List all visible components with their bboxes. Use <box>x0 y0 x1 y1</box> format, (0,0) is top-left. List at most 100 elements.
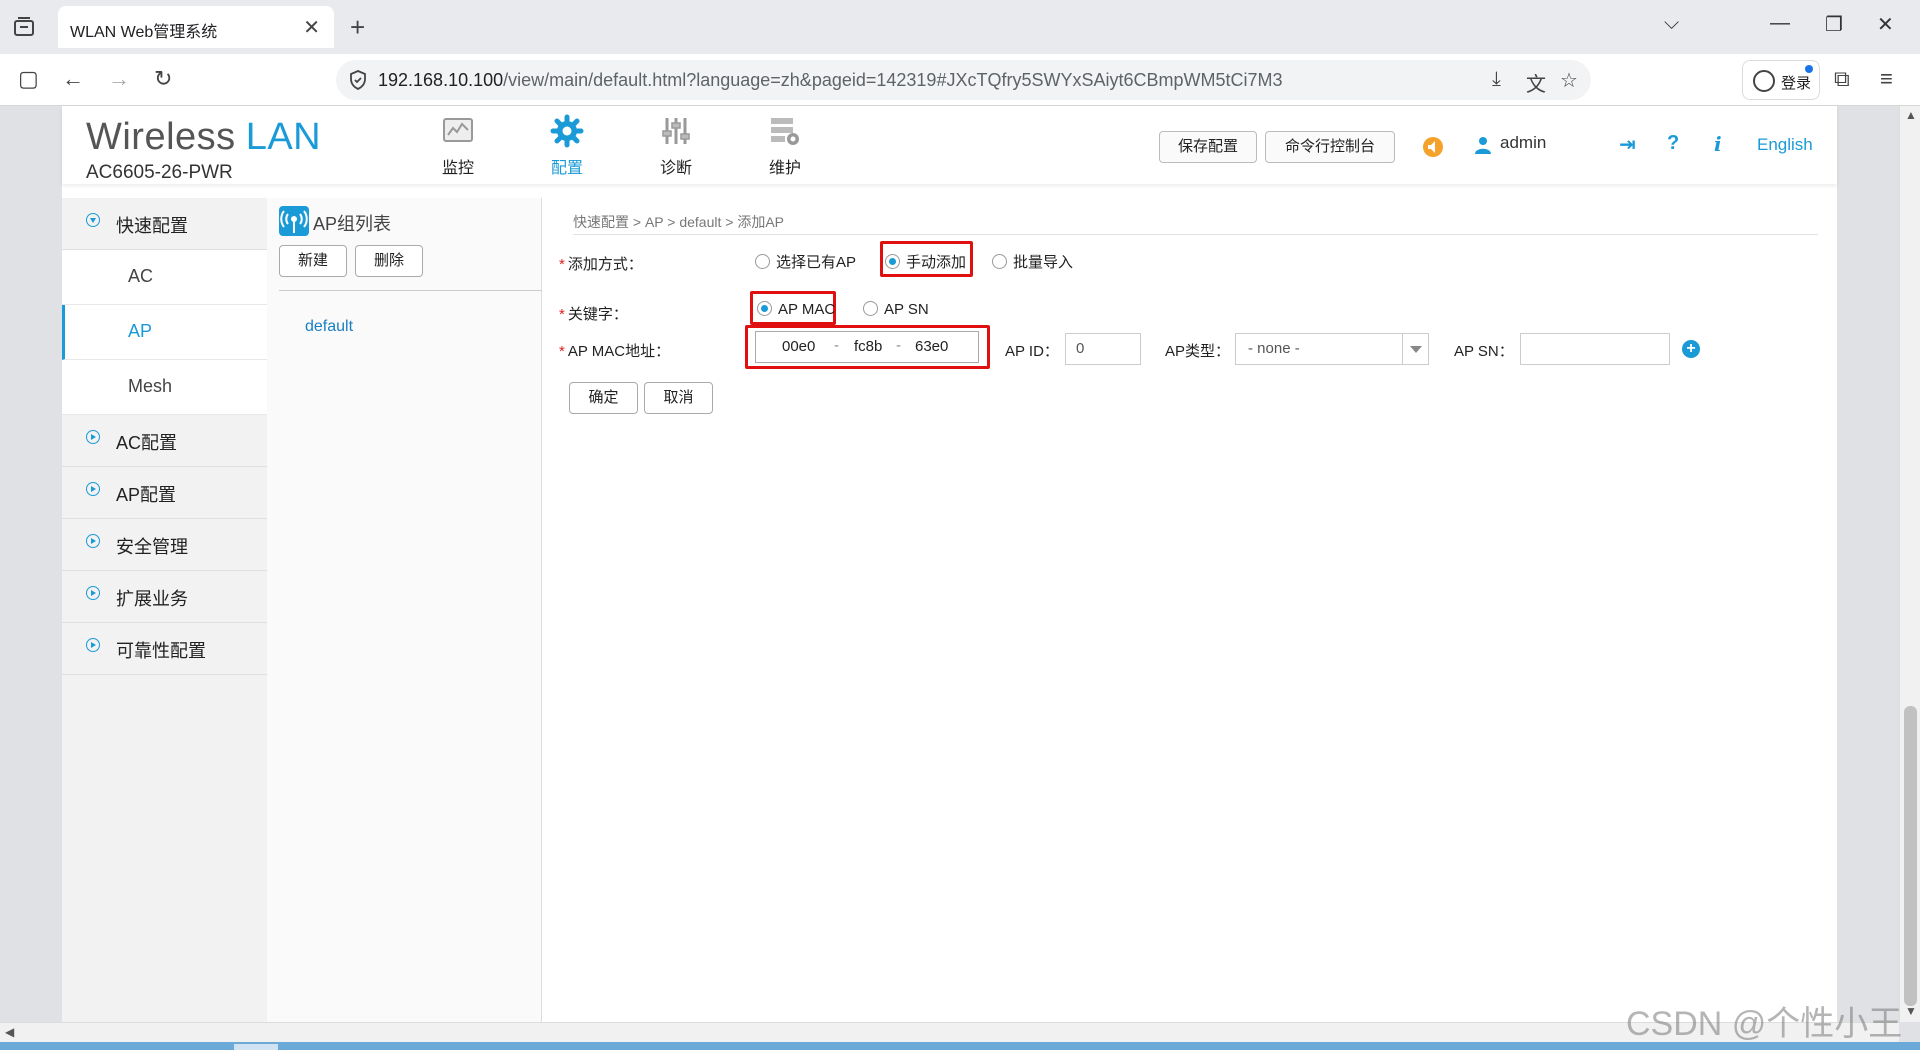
extensions-icon[interactable]: ⧉ <box>1834 66 1850 92</box>
gear-icon <box>550 114 584 148</box>
mac-label-text: AP MAC地址： <box>567 343 671 360</box>
radio-batch-import[interactable]: 批量导入 <box>992 251 1073 272</box>
tab-close-icon[interactable]: ✕ <box>303 15 320 40</box>
mac-part-2[interactable]: fc8b <box>854 338 882 355</box>
nav-diagnose[interactable]: 诊断 <box>641 114 711 178</box>
mac-address-input[interactable]: 00e0 - fc8b - 63e0 <box>755 331 979 363</box>
apsn-input[interactable] <box>1520 333 1670 365</box>
menu-item-label: AC配置 <box>116 433 178 453</box>
help-icon[interactable]: ? <box>1667 132 1679 155</box>
nav-monitor[interactable]: 监控 <box>423 114 493 178</box>
install-app-icon[interactable]: ⤓ <box>1492 68 1501 91</box>
key-label: * 关键字： <box>559 306 628 323</box>
horizontal-scrollbar[interactable]: ◀ <box>0 1022 1899 1042</box>
mac-separator: - <box>896 337 901 354</box>
radio-circle <box>863 301 878 316</box>
server-gear-icon <box>771 118 799 145</box>
menu-ap-config[interactable]: AP配置 <box>62 467 267 519</box>
menu-item-label: AP配置 <box>116 485 177 505</box>
web-page: Wireless LAN AC6605-26-PWR 监控 配置 诊断 维护 保… <box>62 106 1837 1022</box>
nav-config-label: 配置 <box>550 160 583 177</box>
ap-group-panel: AP组列表 新建 删除 default <box>267 198 542 1022</box>
aptype-select[interactable]: - none - <box>1235 333 1429 365</box>
cli-console-button[interactable]: 命令行控制台 <box>1265 131 1395 163</box>
url-text[interactable]: 192.168.10.100/view/main/default.html?la… <box>378 70 1283 91</box>
group-item-default[interactable]: default <box>305 318 353 336</box>
apid-input[interactable]: 0 <box>1065 333 1141 365</box>
add-circle-icon[interactable]: + <box>1682 340 1700 358</box>
menu-quick-config[interactable]: 快速配置 <box>62 198 267 250</box>
new-group-button[interactable]: 新建 <box>279 245 347 277</box>
reload-icon[interactable]: ↻ <box>154 66 172 92</box>
radio-ap-sn[interactable]: AP SN <box>863 301 929 318</box>
close-window-icon[interactable]: ✕ <box>1877 12 1894 37</box>
watermark: CSDN @个性小王 <box>1626 1005 1903 1043</box>
collapse-circle-icon <box>86 213 100 227</box>
address-bar[interactable]: 192.168.10.100/view/main/default.html?la… <box>336 60 1591 100</box>
vertical-scrollbar[interactable]: ▲ ▼ <box>1899 106 1920 1022</box>
radio-circle-selected <box>885 254 900 269</box>
info-icon[interactable]: i <box>1714 132 1722 156</box>
chevron-down-icon[interactable] <box>1402 334 1428 364</box>
tab-title: WLAN Web管理系统 <box>70 24 218 41</box>
scroll-thumb[interactable] <box>1904 706 1917 1006</box>
menu-ac-config[interactable]: AC配置 <box>62 415 267 467</box>
menu-quick-config-label: 快速配置 <box>116 216 188 236</box>
radio-label: 选择已有AP <box>776 254 857 271</box>
forward-icon[interactable]: → <box>108 66 130 92</box>
nav-maintain[interactable]: 维护 <box>750 114 820 178</box>
radio-label: AP MAC <box>778 301 836 318</box>
scroll-left-icon[interactable]: ◀ <box>5 1025 14 1039</box>
delete-group-button[interactable]: 删除 <box>355 245 423 277</box>
restore-icon[interactable]: ❐ <box>1825 12 1843 37</box>
site-security-icon[interactable] <box>346 68 370 92</box>
mac-part-3[interactable]: 63e0 <box>915 338 948 355</box>
radio-manual-add[interactable]: 手动添加 <box>885 251 966 272</box>
expand-circle-icon <box>86 534 100 548</box>
back-icon[interactable]: ← <box>62 66 84 92</box>
radio-label: 批量导入 <box>1013 254 1074 271</box>
alarm-speaker-icon[interactable] <box>1422 136 1444 158</box>
apid-label: AP ID： <box>1005 343 1059 360</box>
scroll-down-icon[interactable]: ▼ <box>1905 1004 1917 1018</box>
expand-circle-icon <box>86 638 100 652</box>
key-label-text: 关键字： <box>567 306 628 323</box>
tab-overview-icon[interactable] <box>12 16 36 38</box>
new-tab-icon[interactable]: + <box>350 12 365 43</box>
menu-icon[interactable]: ≡ <box>1880 66 1893 92</box>
bookmark-star-icon[interactable]: ☆ <box>1560 68 1578 93</box>
browser-toolbar: ▢ ← → ↻ 192.168.10.100/view/main/default… <box>0 54 1920 106</box>
menu-item-label: 安全管理 <box>116 537 188 557</box>
menu-security[interactable]: 安全管理 <box>62 519 267 571</box>
logout-icon[interactable]: ⇥ <box>1619 132 1636 157</box>
radio-select-existing[interactable]: 选择已有AP <box>755 251 856 272</box>
nav-config[interactable]: 配置 <box>532 114 602 178</box>
submenu-ap[interactable]: AP <box>62 305 267 360</box>
submenu-ac[interactable]: AC <box>62 250 267 305</box>
tab-list-chevron-icon[interactable]: ⌵ <box>1664 12 1679 35</box>
sliders-icon <box>662 118 690 144</box>
save-config-button[interactable]: 保存配置 <box>1159 131 1257 163</box>
wireless-ap-icon <box>279 206 309 236</box>
brand-accent: LAN <box>245 116 322 158</box>
radio-ap-mac[interactable]: AP MAC <box>757 301 835 318</box>
username: admin <box>1500 133 1547 152</box>
scroll-up-icon[interactable]: ▲ <box>1905 108 1917 122</box>
submenu-mesh[interactable]: Mesh <box>62 360 267 415</box>
cancel-button[interactable]: 取消 <box>644 382 713 414</box>
language-switch[interactable]: English <box>1757 135 1813 155</box>
menu-item-label: 可靠性配置 <box>116 641 206 661</box>
mac-part-1[interactable]: 00e0 <box>782 338 815 355</box>
left-menu: 快速配置 AC AP Mesh AC配置 AP配置 安全管理 扩展业务 可靠性配… <box>62 198 267 1022</box>
minimize-icon[interactable]: — <box>1770 12 1790 35</box>
strip-thumb <box>234 1044 278 1050</box>
aptype-value: - none - <box>1248 340 1300 357</box>
ok-button[interactable]: 确定 <box>569 382 638 414</box>
profile-login-button[interactable]: 登录 <box>1742 60 1820 100</box>
menu-extended[interactable]: 扩展业务 <box>62 571 267 623</box>
translate-icon[interactable]: 文 <box>1526 68 1546 97</box>
browser-tab[interactable]: WLAN Web管理系统 ✕ <box>58 6 334 48</box>
sidebar-toggle-icon[interactable]: ▢ <box>18 66 39 92</box>
menu-reliability[interactable]: 可靠性配置 <box>62 623 267 675</box>
divider <box>573 234 1818 235</box>
